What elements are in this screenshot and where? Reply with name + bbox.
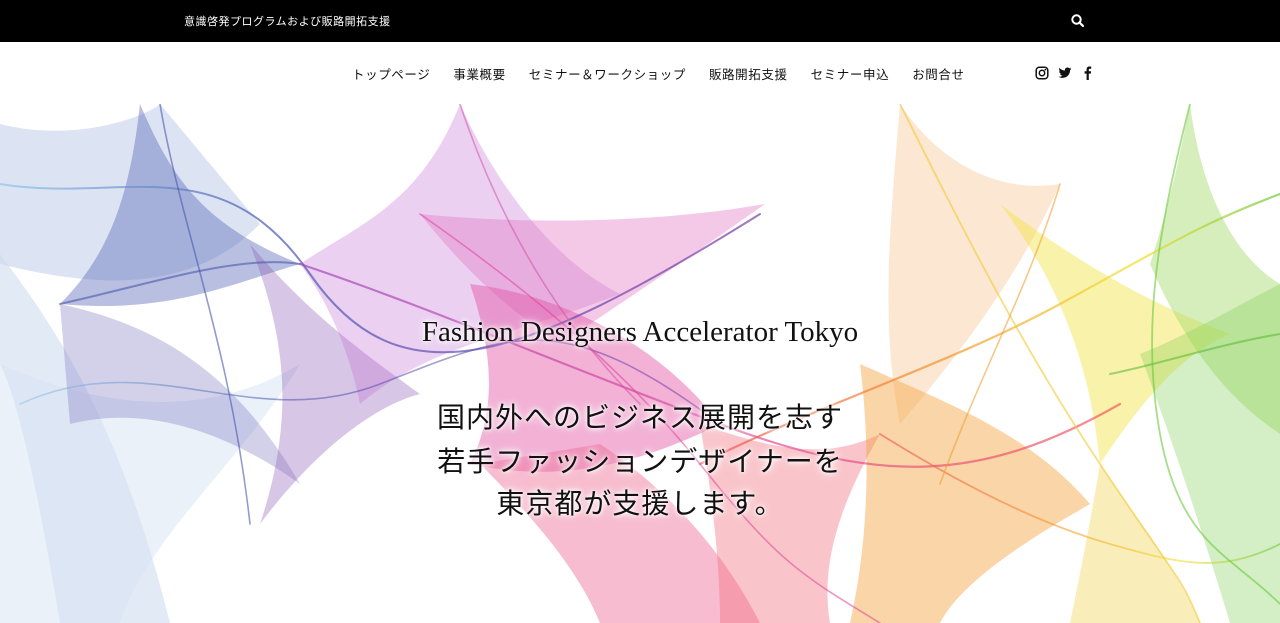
twitter-icon[interactable] (1058, 65, 1072, 79)
search-icon[interactable] (1069, 12, 1087, 30)
nav-item-sales-support[interactable]: 販路開拓支援 (709, 64, 788, 83)
top-bar: 意識啓発プログラムおよび販路開拓支援 (0, 0, 1280, 42)
hero-title-en: Fashion Designers Accelerator Tokyo (421, 316, 859, 348)
main-navigation: トップページ 事業概要 セミナー＆ワークショップ 販路開拓支援 セミナー申込 お… (0, 42, 1280, 104)
hero-copy-line-2: 若手ファッションデザイナーを (437, 445, 843, 478)
facebook-icon[interactable] (1081, 65, 1095, 80)
nav-item-seminar-apply[interactable]: セミナー申込 (811, 64, 890, 83)
instagram-icon[interactable] (1035, 65, 1049, 80)
hero-abstract-artwork (0, 104, 1280, 623)
nav-item-seminar-workshop[interactable]: セミナー＆ワークショップ (529, 64, 686, 83)
hero-copy-line-1: 国内外へのビジネス展開を志す (436, 401, 843, 434)
site-tagline: 意識啓発プログラムおよび販路開拓支援 (184, 15, 391, 28)
hero-copy-line-3: 東京都が支援します。 (496, 487, 784, 520)
hero-banner: Fashion Designers Accelerator Tokyo 国内外へ… (0, 104, 1280, 623)
nav-item-overview[interactable]: 事業概要 (453, 64, 505, 83)
nav-item-contact[interactable]: お問合せ (912, 64, 964, 83)
social-links (1035, 65, 1095, 80)
nav-menu: トップページ 事業概要 セミナー＆ワークショップ 販路開拓支援 セミナー申込 お… (352, 64, 965, 83)
nav-item-top[interactable]: トップページ (352, 64, 430, 83)
